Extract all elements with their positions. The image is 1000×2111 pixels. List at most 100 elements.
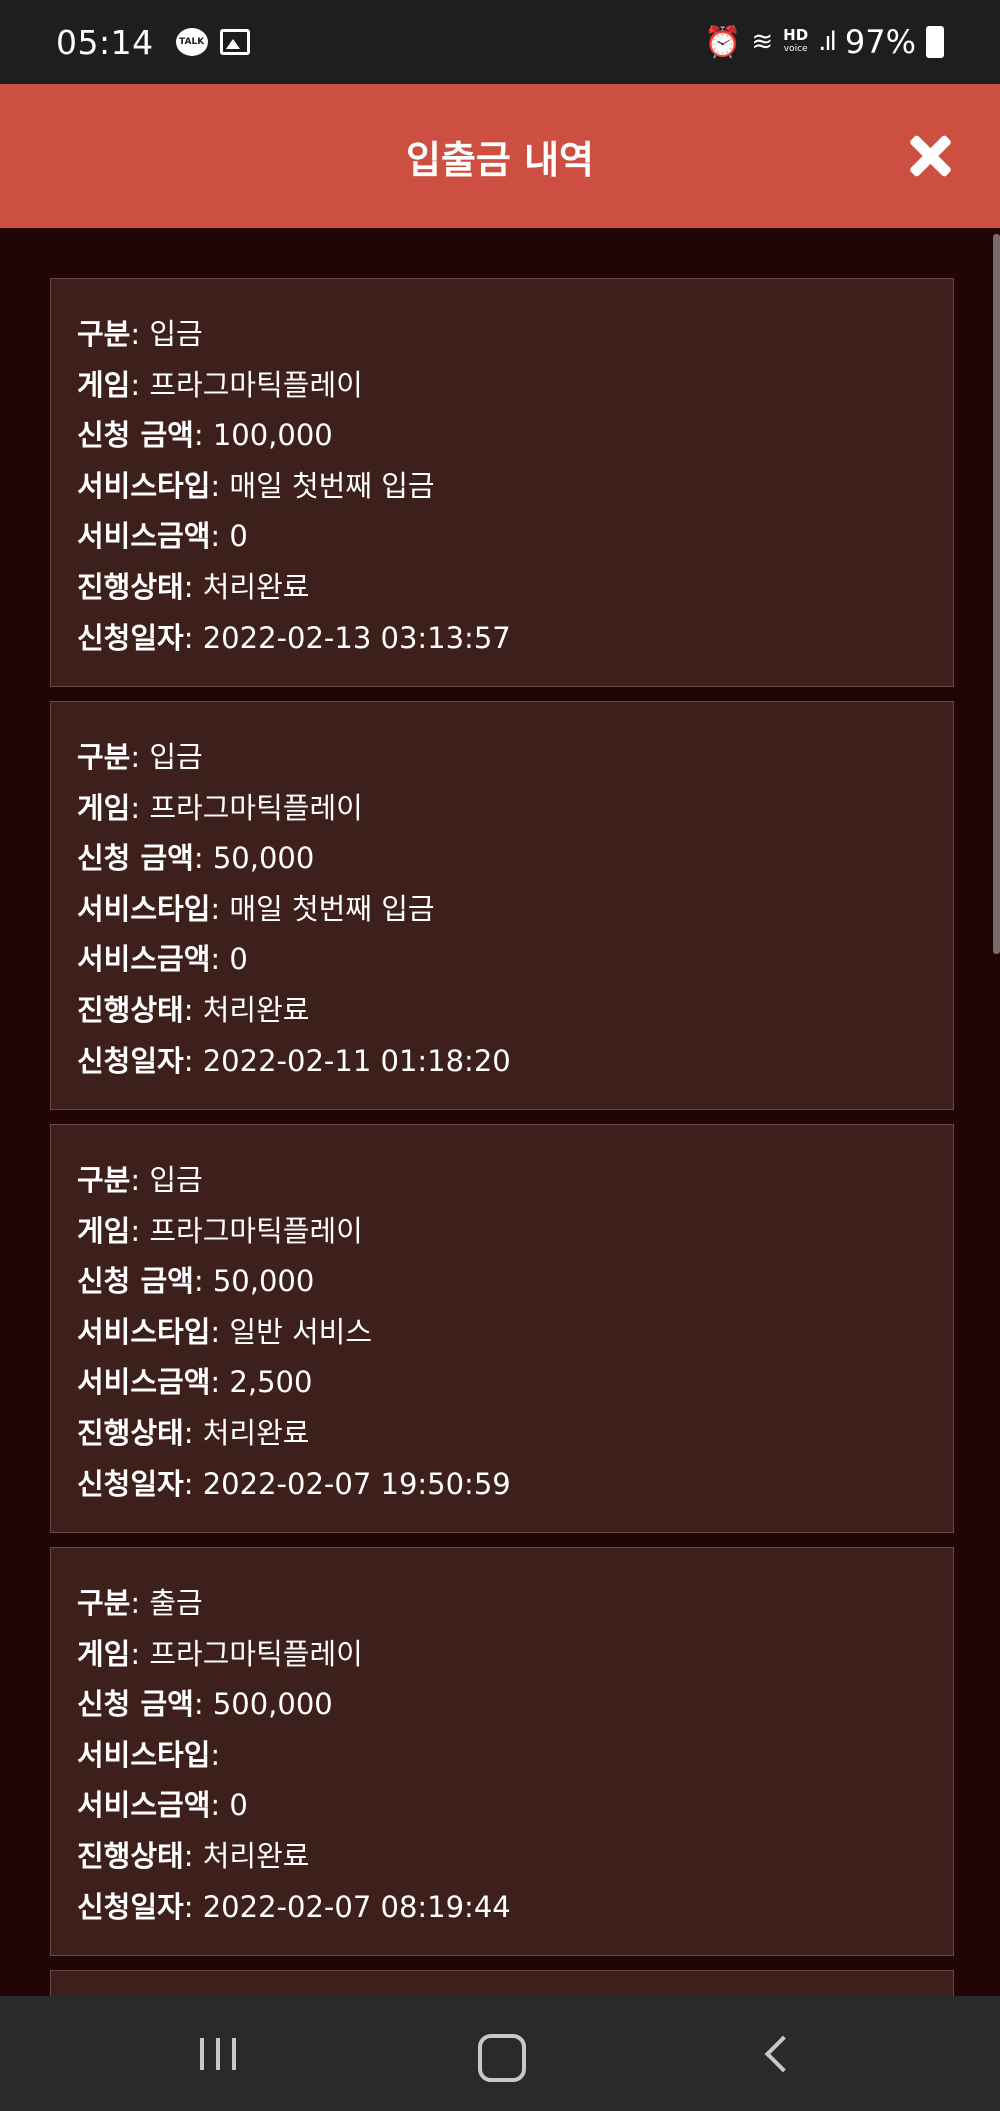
service-type-value: 매일 첫번째 입금 (229, 468, 435, 503)
service-amount-value: 0 (229, 519, 248, 554)
game-value: 프라그마틱플레이 (149, 790, 363, 825)
amount-value: 100,000 (212, 418, 333, 453)
battery-charging-icon (926, 26, 944, 58)
service-type-label: 서비스타입 (77, 891, 211, 926)
wifi-icon: ≋ (751, 27, 774, 57)
battery-level: 97% (844, 23, 916, 61)
recents-icon[interactable] (188, 2026, 248, 2082)
kakaotalk-icon: TALK (175, 28, 208, 56)
service-type-value: 일반 서비스 (229, 1314, 373, 1349)
transaction-card: 구분: 입금 게임: 프라그마틱플레이 신청 금액: 50,000 서비스타입:… (50, 701, 954, 1110)
date-label: 신청일자 (77, 620, 184, 655)
service-type-label: 서비스타입 (77, 1314, 211, 1349)
service-amount-row: 서비스금액: 0 (77, 519, 248, 554)
transaction-list: 구분: 입금 게임: 프라그마틱플레이 신청 금액: 100,000 서비스타입… (50, 278, 954, 2014)
game-label: 게임 (77, 790, 131, 825)
type-value: 입금 (149, 740, 203, 774)
status-label: 진행상태 (77, 1838, 184, 1873)
game-label: 게임 (77, 1636, 131, 1671)
status-label: 진행상태 (77, 569, 184, 604)
amount-value: 50,000 (212, 1264, 315, 1299)
amount-label: 신청 금액 (77, 1264, 194, 1299)
amount-label: 신청 금액 (77, 841, 194, 876)
status-value: 처리완료 (202, 992, 310, 1027)
amount-row: 신청 금액: 50,000 (77, 1264, 315, 1299)
type-label: 구분 (77, 740, 131, 774)
game-row: 게임: 프라그마틱플레이 (77, 1213, 363, 1248)
service-amount-label: 서비스금액 (77, 519, 211, 554)
date-row: 신청일자: 2022-02-11 01:18:20 (77, 1043, 511, 1078)
service-amount-value: 2,500 (229, 1365, 313, 1400)
close-icon[interactable] (908, 134, 952, 178)
service-amount-row: 서비스금액: 0 (77, 1788, 248, 1823)
game-value: 프라그마틱플레이 (149, 1213, 363, 1248)
hd-voice-icon: HD voice (783, 26, 809, 55)
amount-row: 신청 금액: 100,000 (77, 418, 333, 453)
type-value: 입금 (149, 1163, 203, 1197)
service-amount-label: 서비스금액 (77, 1788, 211, 1823)
date-row: 신청일자: 2022-02-13 03:13:57 (77, 620, 511, 655)
system-nav-bar (0, 1996, 1000, 2111)
date-value: 2022-02-13 03:13:57 (202, 620, 511, 655)
back-icon[interactable] (748, 2026, 808, 2082)
service-type-row: 서비스타입: (77, 1737, 221, 1772)
transaction-card: 구분: 입금 게임: 프라그마틱플레이 신청 금액: 100,000 서비스타입… (50, 278, 954, 687)
type-row: 구분: 입금 (77, 740, 203, 774)
status-value: 처리완료 (202, 1838, 310, 1873)
amount-label: 신청 금액 (77, 418, 194, 453)
status-value: 처리완료 (202, 1415, 310, 1450)
transaction-card: 구분: 입금 게임: 프라그마틱플레이 신청 금액: 50,000 서비스타입:… (50, 1124, 954, 1533)
service-amount-row: 서비스금액: 0 (77, 942, 248, 977)
date-label: 신청일자 (77, 1889, 184, 1924)
service-amount-value: 0 (229, 1788, 248, 1823)
service-type-label: 서비스타입 (77, 1737, 211, 1772)
game-row: 게임: 프라그마틱플레이 (77, 790, 363, 825)
status-label: 진행상태 (77, 992, 184, 1027)
game-row: 게임: 프라그마틱플레이 (77, 367, 363, 402)
date-value: 2022-02-07 08:19:44 (202, 1889, 511, 1924)
scrollbar[interactable] (992, 84, 1000, 1996)
signal-icon: .ıl (818, 27, 837, 57)
date-label: 신청일자 (77, 1043, 184, 1078)
transaction-card: 구분: 출금 게임: 프라그마틱플레이 신청 금액: 500,000 서비스타입… (50, 1547, 954, 1956)
game-row: 게임: 프라그마틱플레이 (77, 1636, 363, 1671)
game-value: 프라그마틱플레이 (149, 367, 363, 402)
type-row: 구분: 출금 (77, 1586, 203, 1620)
game-value: 프라그마틱플레이 (149, 1636, 363, 1671)
amount-value: 500,000 (212, 1687, 333, 1722)
amount-value: 50,000 (212, 841, 315, 876)
service-type-row: 서비스타입: 매일 첫번째 입금 (77, 891, 435, 926)
date-row: 신청일자: 2022-02-07 08:19:44 (77, 1889, 511, 1924)
service-amount-label: 서비스금액 (77, 942, 211, 977)
date-value: 2022-02-07 19:50:59 (202, 1466, 511, 1501)
alarm-icon: ⏰ (703, 24, 742, 60)
status-value: 처리완료 (202, 569, 310, 604)
status-time: 05:14 (56, 22, 154, 62)
status-row: 진행상태: 처리완료 (77, 992, 310, 1027)
type-row: 구분: 입금 (77, 1163, 203, 1197)
service-amount-label: 서비스금액 (77, 1365, 211, 1400)
type-row: 구분: 입금 (77, 317, 203, 351)
status-bar: 05:14 TALK ⏰ ≋ HD voice .ıl 97% (0, 0, 1000, 84)
service-type-value: 매일 첫번째 입금 (229, 891, 435, 926)
type-label: 구분 (77, 317, 131, 351)
date-row: 신청일자: 2022-02-07 19:50:59 (77, 1466, 511, 1501)
page-header: 입출금 내역 (0, 84, 1000, 228)
scrollbar-thumb[interactable] (993, 234, 1000, 954)
page-title: 입출금 내역 (405, 137, 595, 182)
type-label: 구분 (77, 1586, 131, 1620)
status-row: 진행상태: 처리완료 (77, 569, 310, 604)
type-label: 구분 (77, 1163, 131, 1197)
status-row: 진행상태: 처리완료 (77, 1415, 310, 1450)
date-value: 2022-02-11 01:18:20 (202, 1043, 511, 1078)
game-label: 게임 (77, 1213, 131, 1248)
service-type-row: 서비스타입: 매일 첫번째 입금 (77, 468, 435, 503)
status-label: 진행상태 (77, 1415, 184, 1450)
status-row: 진행상태: 처리완료 (77, 1838, 310, 1873)
home-icon[interactable] (468, 2026, 528, 2082)
gallery-icon (219, 29, 250, 55)
type-value: 입금 (149, 317, 203, 351)
game-label: 게임 (77, 367, 131, 402)
amount-label: 신청 금액 (77, 1687, 194, 1722)
date-label: 신청일자 (77, 1466, 184, 1501)
